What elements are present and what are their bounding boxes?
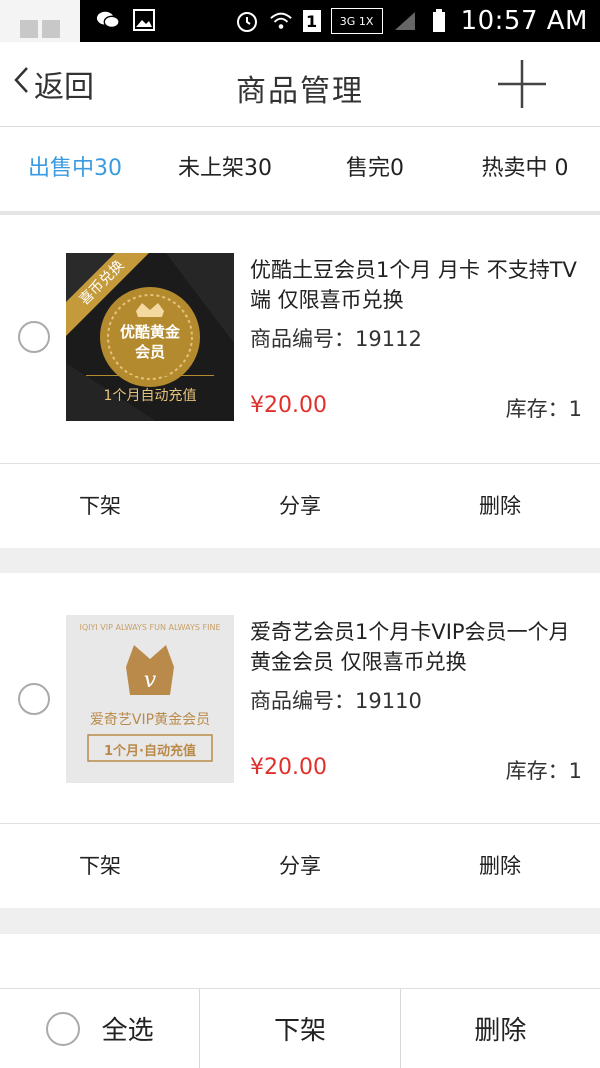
product-price: ¥20.00: [250, 755, 327, 780]
signal-icon: [393, 9, 417, 33]
select-radio[interactable]: [18, 683, 50, 715]
product-code: 商品编号：19110: [250, 689, 422, 713]
select-all-label: 全选: [101, 1016, 154, 1046]
share-button[interactable]: 分享: [200, 464, 400, 548]
product-name: 爱奇艺会员1个月卡VIP会员一个月黄金会员 仅限喜币兑换: [250, 620, 570, 674]
product-thumbnail: 喜币兑换 优酷黄金 会员 1个月自动充值: [66, 253, 234, 421]
product-card-partial: [0, 934, 600, 994]
product-card: 喜币兑换 优酷黄金 会员 1个月自动充值 优酷土豆会员1个月 月卡 不支持TV端…: [0, 215, 600, 548]
thumb-arc-text: IQIYI VIP ALWAYS FUN ALWAYS FINE: [79, 623, 221, 632]
unlist-button[interactable]: 下架: [0, 464, 200, 548]
tab-hot-selling[interactable]: 热卖中 0: [450, 127, 600, 211]
select-radio[interactable]: [18, 321, 50, 353]
card-actions: 下架 分享 删除: [0, 464, 600, 548]
app-header: 返回 商品管理: [0, 42, 600, 127]
wifi-icon: [269, 9, 293, 33]
product-code: 商品编号：19112: [250, 327, 422, 351]
unlist-button[interactable]: 下架: [0, 824, 200, 908]
add-product-button[interactable]: [496, 58, 548, 110]
thumb-footer: 1个月自动充值: [103, 388, 197, 404]
delete-button[interactable]: 删除: [400, 464, 600, 548]
card-actions: 下架 分享 删除: [0, 824, 600, 908]
clock: 10:57 AM: [460, 6, 588, 36]
select-all-button[interactable]: 全选: [0, 989, 199, 1068]
delete-button[interactable]: 删除: [400, 824, 600, 908]
product-stock: 库存：1: [505, 759, 582, 783]
tab-not-listed[interactable]: 未上架30: [150, 127, 300, 211]
thumb-title: 爱奇艺VIP黄金会员: [89, 712, 211, 728]
gallery-icon: [132, 8, 156, 32]
alarm-icon: [235, 9, 259, 33]
product-price: ¥20.00: [250, 393, 327, 418]
notification-icons: [96, 8, 156, 32]
system-icons: 1 3G 1X 10:57 AM: [235, 6, 588, 36]
sim-icon: 1: [302, 10, 321, 32]
bulk-action-bar: 全选 下架 删除: [0, 988, 600, 1068]
battery-icon: [427, 9, 451, 33]
tab-on-sale[interactable]: 出售中30: [0, 127, 150, 211]
status-tabs: 出售中30 未上架30 售完0 热卖中 0: [0, 127, 600, 215]
wechat-icon: [96, 8, 120, 32]
tab-sold-out[interactable]: 售完0: [300, 127, 450, 211]
product-card: v IQIYI VIP ALWAYS FUN ALWAYS FINE 爱奇艺VI…: [0, 573, 600, 908]
bulk-delete-button[interactable]: 删除: [399, 989, 600, 1068]
badge-line-1: 优酷黄金: [119, 323, 180, 341]
svg-text:v: v: [144, 668, 157, 693]
thumb-footer: 1个月·自动充值: [104, 744, 196, 759]
product-name: 优酷土豆会员1个月 月卡 不支持TV端 仅限喜币兑换: [250, 258, 577, 312]
badge-line-2: 会员: [134, 343, 165, 361]
plus-icon: [498, 60, 546, 108]
product-thumbnail: v IQIYI VIP ALWAYS FUN ALWAYS FINE 爱奇艺VI…: [66, 615, 234, 783]
product-info[interactable]: v IQIYI VIP ALWAYS FUN ALWAYS FINE 爱奇艺VI…: [0, 573, 600, 824]
share-button[interactable]: 分享: [200, 824, 400, 908]
select-all-radio[interactable]: [45, 1011, 80, 1046]
network-icon: 3G 1X: [330, 8, 383, 34]
product-info[interactable]: 喜币兑换 优酷黄金 会员 1个月自动充值 优酷土豆会员1个月 月卡 不支持TV端…: [0, 215, 600, 464]
product-stock: 库存：1: [505, 397, 582, 421]
bulk-unlist-button[interactable]: 下架: [199, 989, 399, 1068]
status-bar: 1 3G 1X 10:57 AM: [0, 0, 600, 42]
